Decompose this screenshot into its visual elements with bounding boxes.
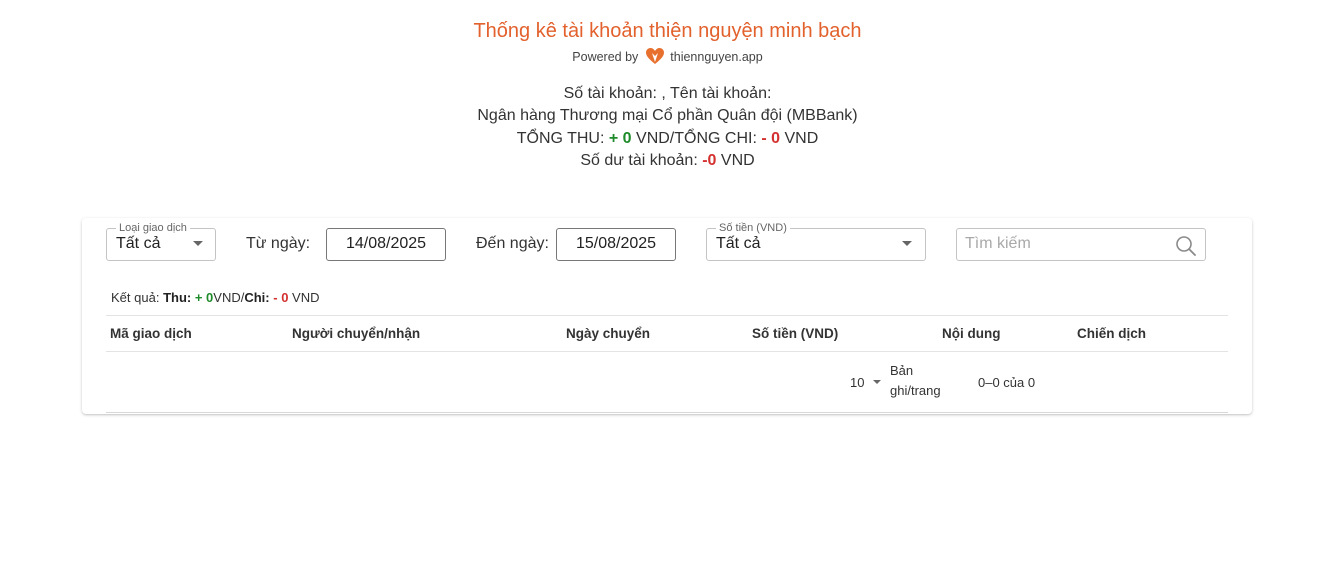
result-in-label: Thu:	[163, 290, 192, 305]
column-header-transaction-id[interactable]: Mã giao dịch	[110, 325, 192, 343]
thiennguyen-logo-icon	[645, 47, 665, 65]
page-title: Thống kê tài khoản thiện nguyện minh bạc…	[473, 20, 862, 42]
balance-unit: VND	[720, 152, 755, 169]
chevron-down-icon	[873, 380, 881, 384]
totals-line: TỔNG THU: + 0 VND/TỔNG CHI: - 0 VND	[0, 128, 1335, 150]
to-date-field[interactable]: 15/08/2025	[556, 228, 676, 261]
transaction-type-label: Loại giao dịch	[116, 221, 190, 235]
balance-value: -0	[702, 152, 717, 169]
result-sep: VND/	[213, 290, 245, 305]
rows-per-page-label-line2: ghi/trang	[890, 383, 941, 398]
table-header: Mã giao dịch Người chuyển/nhận Ngày chuy…	[106, 315, 1228, 352]
account-line: Số tài khoản: , Tên tài khoản:	[563, 85, 772, 102]
amount-value: Tất cả	[716, 235, 761, 252]
amount-select[interactable]: Số tiền (VND) Tất cả	[706, 221, 926, 261]
result-unit: VND	[292, 290, 320, 305]
column-header-content[interactable]: Nội dung	[942, 325, 1000, 343]
pagination-range-text: 0–0 của 0	[978, 375, 1036, 390]
from-date-field[interactable]: 14/08/2025	[326, 228, 446, 261]
rows-per-page-label: Bản ghi/trang	[890, 361, 960, 401]
bank-line: Ngân hàng Thương mại Cổ phần Quân đội (M…	[477, 107, 858, 124]
result-out-value: - 0	[273, 290, 289, 305]
chevron-down-icon	[902, 241, 912, 246]
column-header-date[interactable]: Ngày chuyển	[566, 325, 650, 343]
transactions-card: Loại giao dịch Tất cả Từ ngày: 14/08/202…	[82, 218, 1252, 414]
total-in-value: + 0	[608, 130, 632, 147]
rows-per-page-label-line1: Bản	[890, 363, 914, 378]
search-box[interactable]	[956, 228, 1206, 261]
result-prefix: Kết quả:	[111, 290, 160, 305]
column-header-amount[interactable]: Số tiền (VND)	[752, 325, 838, 343]
powered-by-brand[interactable]: thiennguyen.app	[670, 50, 762, 64]
search-input[interactable]	[965, 231, 1165, 257]
chevron-down-icon	[193, 241, 203, 246]
search-icon[interactable]	[1175, 235, 1197, 257]
total-out-label: VND/TỔNG CHI:	[636, 130, 757, 147]
from-date-label: Từ ngày:	[246, 235, 311, 252]
amount-label: Số tiền (VND)	[716, 221, 790, 235]
total-in-label: TỔNG THU:	[516, 130, 605, 147]
column-header-sender-receiver[interactable]: Người chuyển/nhận	[292, 325, 420, 343]
to-date-value: 15/08/2025	[575, 235, 657, 252]
total-out-value: - 0	[761, 130, 781, 147]
to-date-label: Đến ngày:	[476, 235, 549, 252]
result-out-label: Chi:	[244, 290, 270, 305]
table-bottom-divider	[106, 412, 1228, 413]
transaction-type-value: Tất cả	[116, 235, 161, 252]
from-date-value: 14/08/2025	[345, 235, 427, 252]
column-header-campaign[interactable]: Chiến dịch	[1077, 325, 1146, 343]
transaction-type-select[interactable]: Loại giao dịch Tất cả	[106, 221, 216, 261]
balance-line: Số dư tài khoản: -0 VND	[0, 150, 1335, 172]
rows-per-page-value: 10	[850, 375, 865, 390]
result-in-value: + 0	[194, 290, 214, 305]
total-unit: VND	[784, 130, 819, 147]
powered-by: Powered by thiennguyen.app	[0, 47, 1335, 66]
balance-label: Số dư tài khoản:	[580, 152, 698, 169]
powered-by-label: Powered by	[572, 50, 639, 64]
result-summary: Kết quả: Thu: + 0VND/Chi: - 0 VND	[111, 289, 320, 307]
